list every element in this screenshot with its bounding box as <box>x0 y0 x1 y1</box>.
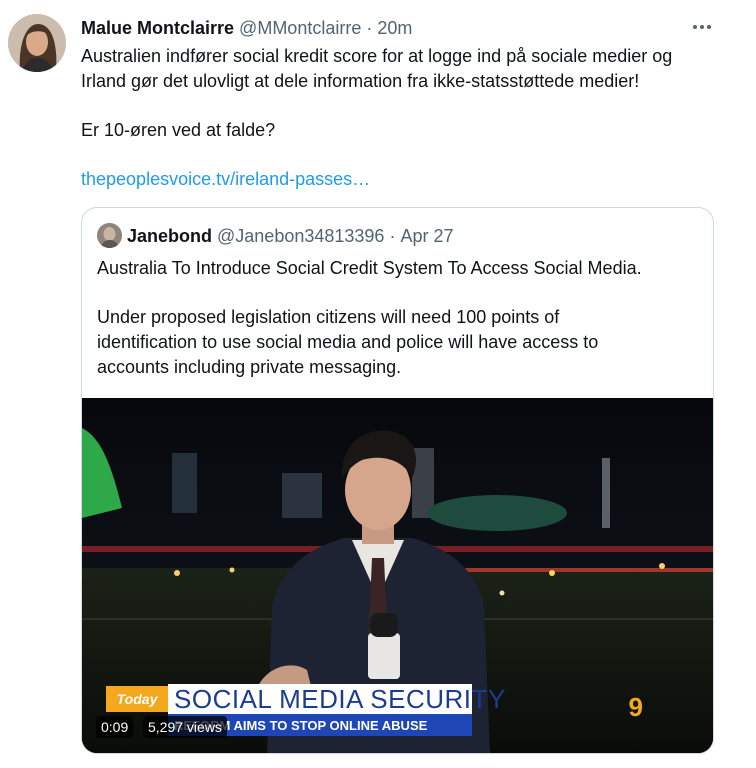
quoted-text-line-3: identification to use social media and p… <box>97 332 599 352</box>
more-icon[interactable] <box>684 12 720 42</box>
author-avatar-image <box>8 14 66 72</box>
quoted-avatar-image <box>97 223 122 248</box>
video-duration: 0:09 <box>96 716 134 738</box>
quoted-text-line-4: accounts including private messaging. <box>97 357 402 377</box>
separator-dot: · <box>366 17 373 38</box>
quoted-tweet[interactable]: Janebond @Janebon34813396 · Apr 27 Austr… <box>81 207 714 754</box>
quoted-author-name[interactable]: Janebond <box>127 226 212 247</box>
quoted-author-avatar[interactable] <box>97 223 122 248</box>
quoted-date[interactable]: Apr 27 <box>400 226 453 247</box>
channel-logo: 9 <box>628 691 643 722</box>
tweet-text-line-1: Australien indfører social kredit score … <box>81 46 673 66</box>
quoted-text-line-1: Australia To Introduce Social Credit Sys… <box>97 258 642 278</box>
tweet-header: Malue Montclairre @MMontclairre · 20m <box>81 16 412 40</box>
quoted-header: Janebond @Janebon34813396 · Apr 27 <box>127 224 454 248</box>
quoted-author-handle[interactable]: @Janebon34813396 <box>217 226 384 247</box>
banner-title: SOCIAL MEDIA SECURITY <box>168 684 505 714</box>
tweet-link[interactable]: thepeoplesvoice.tv/ireland-passes… <box>81 167 370 192</box>
author-handle[interactable]: @MMontclairre <box>239 18 361 39</box>
tweet-text-line-3: Er 10-øren ved at falde? <box>81 120 276 140</box>
banner-tag: Today <box>106 686 168 712</box>
tweet-text-line-2: Irland gør det ulovligt at dele informat… <box>81 71 640 91</box>
author-name[interactable]: Malue Montclairre <box>81 18 234 39</box>
quoted-text-line-2: Under proposed legislation citizens will… <box>97 307 560 327</box>
tweet: Malue Montclairre @MMontclairre · 20m Au… <box>0 0 756 768</box>
video-views: 5,297 views <box>143 716 227 738</box>
tweet-time[interactable]: 20m <box>377 18 412 39</box>
video-player[interactable]: Today SOCIAL MEDIA SECURITY REFORM AIMS … <box>82 398 713 753</box>
quoted-separator-dot: · <box>389 225 396 246</box>
author-avatar[interactable] <box>8 14 66 72</box>
